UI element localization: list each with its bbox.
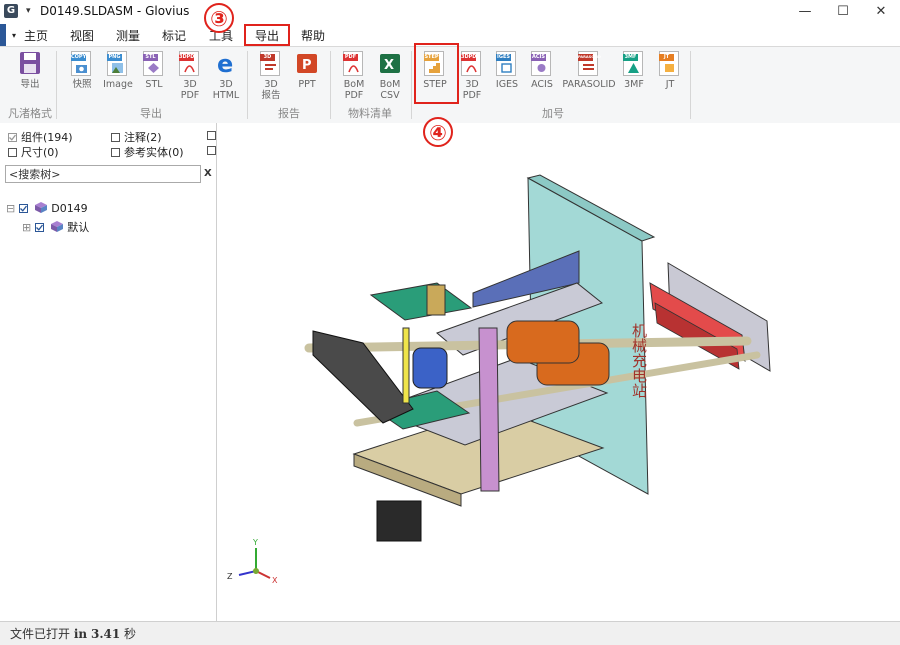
ppt-button[interactable]: P PPT	[292, 51, 322, 90]
export-3d-pdf-button[interactable]: 3DPDF 3D PDF	[173, 51, 207, 101]
3d-report-button[interactable]: 3D 3D 报告	[254, 51, 288, 101]
assembly-model[interactable]: 机械充电站 Y Z X	[217, 123, 900, 621]
axis-triad: Y Z X	[227, 538, 278, 585]
quick-access-dropdown-icon[interactable]: ▾	[26, 6, 31, 16]
minimize-button[interactable]: —	[788, 2, 822, 22]
pdf-file-icon: 3DPDF	[461, 51, 483, 77]
checkbox[interactable]	[18, 204, 28, 213]
svg-text:Z: Z	[227, 572, 233, 581]
tree-search-input[interactable]: <搜索树>	[5, 165, 201, 183]
3d-viewport[interactable]: 机械充电站 Y Z X	[217, 123, 900, 621]
stl-file-icon: STL	[143, 51, 165, 77]
filter-components[interactable]: 组件(194)	[8, 129, 73, 145]
iges-file-icon: IGES	[496, 51, 518, 77]
acis-file-icon: ACIS	[531, 51, 553, 77]
parasolid-file-icon: PARASOLID	[578, 51, 601, 77]
ribbon-separator	[330, 51, 331, 119]
bom-pdf-button[interactable]: PDF BoM PDF	[338, 51, 370, 101]
bom-csv-button[interactable]: X BoM CSV	[374, 51, 406, 101]
group-label-addon: 加号	[542, 107, 564, 120]
snapshot-icon: COPY	[71, 51, 93, 77]
ribbon-separator	[56, 51, 57, 119]
pdf-file-icon: 3DPDF	[179, 51, 201, 77]
export-native-button[interactable]: 导出	[10, 51, 50, 90]
addon-3d-pdf-button[interactable]: 3DPDF 3D PDF	[455, 51, 489, 101]
browser-icon: e	[215, 50, 237, 78]
report-icon: 3D	[260, 51, 282, 77]
snapshot-button[interactable]: COPY 快照	[64, 51, 100, 90]
3mf-button[interactable]: 3MF 3MF	[619, 51, 649, 90]
menu-home[interactable]: 主页	[24, 27, 48, 44]
tree-node-default[interactable]: ⊞ 默认	[22, 219, 89, 235]
group-label-report: 报告	[278, 107, 300, 120]
model-tree-panel: 组件(194) 注释(2) 尺寸(0) 参考实体(0) <搜索树> X ⊟ D0…	[0, 123, 217, 621]
step-3-marker: ③	[204, 3, 234, 33]
checkbox[interactable]	[207, 131, 216, 140]
app-logo-icon: G	[4, 4, 18, 18]
search-clear-button[interactable]: X	[204, 168, 212, 179]
highlight-export-tab	[244, 24, 290, 46]
group-label-export: 导出	[140, 107, 162, 120]
iges-button[interactable]: IGES IGES	[492, 51, 522, 90]
ribbon-separator	[411, 51, 412, 119]
menu-help[interactable]: 帮助	[301, 27, 325, 44]
filter-annotations[interactable]: 注释(2)	[111, 129, 162, 145]
save-icon	[19, 51, 41, 77]
checkbox[interactable]	[8, 148, 17, 157]
configuration-icon	[51, 221, 64, 232]
menu-markup[interactable]: 标记	[162, 27, 186, 44]
filter-reference-entities[interactable]: 参考实体(0)	[111, 144, 184, 160]
svg-text:P: P	[302, 58, 312, 73]
jt-button[interactable]: JT JT	[655, 51, 685, 90]
export-3d-html-button[interactable]: e 3D HTML	[209, 50, 243, 101]
pdf-file-icon: PDF	[343, 51, 365, 77]
group-label-bom: 物料清单	[348, 107, 392, 120]
svg-text:X: X	[384, 58, 394, 73]
window-title: D0149.SLDASM - Glovius	[40, 4, 190, 18]
menu-view[interactable]: 视图	[70, 27, 94, 44]
assembly-icon	[35, 202, 48, 213]
parasolid-button[interactable]: PARASOLID PARASOLID	[562, 51, 616, 90]
close-button[interactable]: ✕	[864, 2, 898, 22]
checkbox[interactable]	[8, 133, 17, 142]
menu-dropdown-icon[interactable]: ▾	[12, 31, 16, 40]
ribbon-separator	[690, 51, 691, 119]
expand-icon[interactable]: ⊞	[22, 221, 31, 234]
jt-file-icon: JT	[659, 51, 681, 77]
tree-node-root[interactable]: ⊟ D0149	[6, 202, 88, 215]
3mf-file-icon: 3MF	[623, 51, 645, 77]
stl-button[interactable]: STL STL	[137, 51, 171, 90]
excel-icon: X	[379, 51, 401, 77]
image-button[interactable]: PNG Image	[100, 51, 136, 90]
step-4-marker: ④	[423, 117, 453, 147]
checkbox[interactable]	[207, 146, 216, 155]
svg-text:e: e	[217, 51, 233, 75]
plate-label: 机械充电站	[630, 323, 648, 398]
svg-text:Y: Y	[252, 538, 258, 547]
filter-dimensions[interactable]: 尺寸(0)	[8, 144, 59, 160]
powerpoint-icon: P	[296, 51, 318, 77]
checkbox[interactable]	[34, 223, 44, 232]
title-bar: G ▾ D0149.SLDASM - Glovius — ☐ ✕	[0, 0, 900, 24]
status-message: 文件已打开 in 3.41 秒	[10, 627, 137, 641]
maximize-button[interactable]: ☐	[826, 2, 860, 22]
group-label-fanzhu: 凡渚格式	[8, 107, 52, 120]
checkbox[interactable]	[111, 148, 120, 157]
menu-measure[interactable]: 测量	[116, 27, 140, 44]
image-icon: PNG	[107, 51, 129, 77]
highlight-step-button	[414, 43, 459, 104]
status-bar: 文件已打开 in 3.41 秒	[0, 621, 900, 645]
checkbox[interactable]	[111, 133, 120, 142]
svg-text:X: X	[272, 576, 278, 585]
collapse-icon[interactable]: ⊟	[6, 202, 15, 215]
application-menu-button[interactable]	[0, 24, 6, 46]
ribbon-separator	[247, 51, 248, 119]
acis-button[interactable]: ACIS ACIS	[527, 51, 557, 90]
